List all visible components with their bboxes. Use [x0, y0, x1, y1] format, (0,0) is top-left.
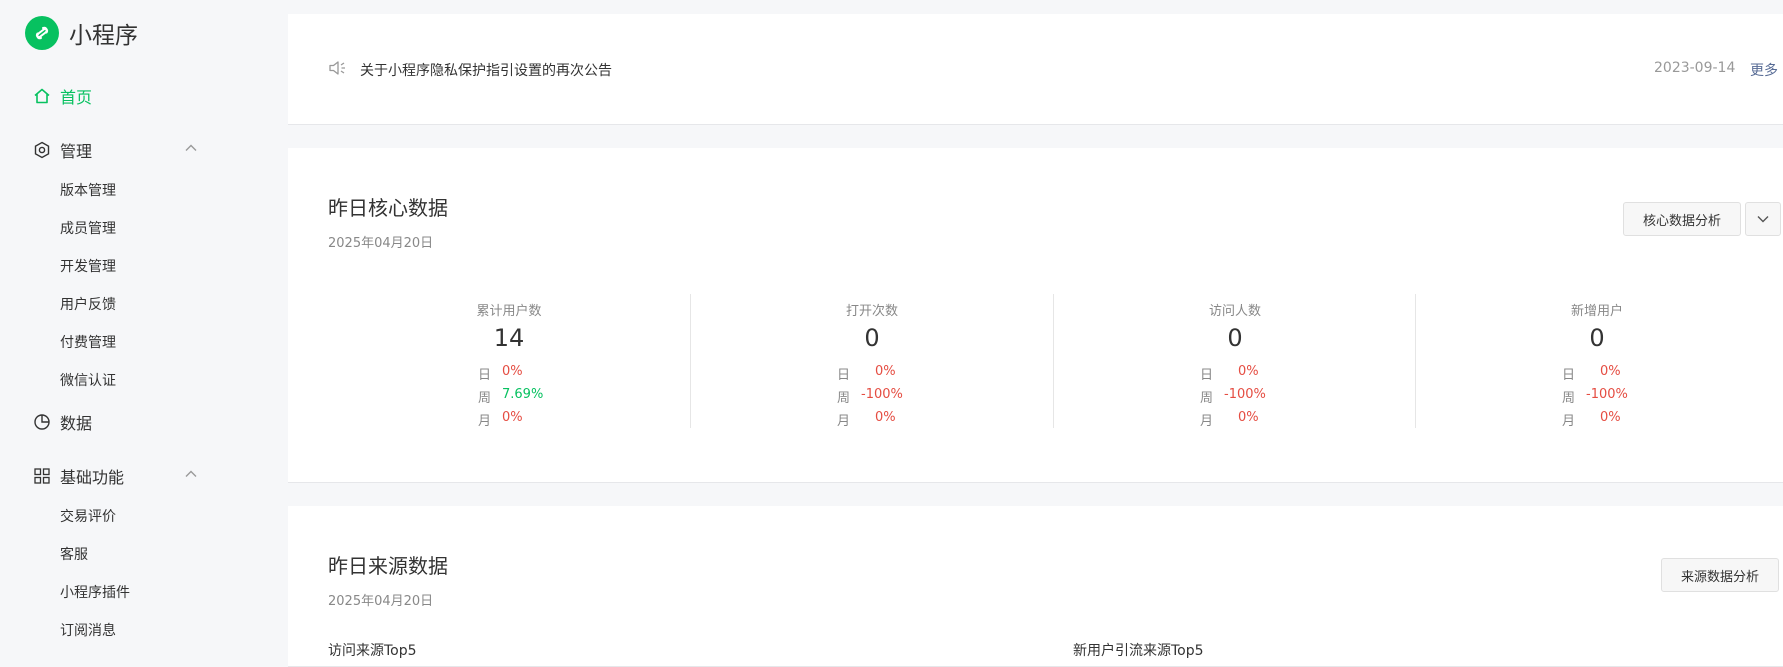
- sidebar-item-basic[interactable]: 基础功能: [32, 464, 124, 488]
- sidebar-item-home[interactable]: 首页: [32, 84, 92, 108]
- metric-label: 新增用户: [1570, 304, 1623, 319]
- sidebar-subitem-wechat-auth[interactable]: 微信认证: [60, 370, 116, 390]
- sidebar-subitem-feedback[interactable]: 用户反馈: [60, 294, 116, 314]
- sidebar: 小程序 首页 管理 版本管理 成员管理 开发管理 用户反馈 付费管理 微信认证 …: [0, 0, 288, 652]
- metric-value: 14: [493, 324, 525, 352]
- brand[interactable]: 小程序: [25, 16, 138, 50]
- sidebar-subitem-payment[interactable]: 付费管理: [60, 332, 116, 352]
- core-data-card: 昨日核心数据 2025年04月20日 核心数据分析 累计用户数 14 日 0% 周…: [288, 148, 1783, 483]
- sidebar-subitem-dev[interactable]: 开发管理: [60, 256, 116, 276]
- metric-label: 访问人数: [1208, 304, 1261, 319]
- metric-label: 打开次数: [845, 304, 898, 319]
- sidebar-subitem-members[interactable]: 成员管理: [60, 218, 116, 238]
- chevron-down-icon: [1757, 216, 1769, 223]
- mini-program-logo-icon: [25, 16, 59, 50]
- core-data-dropdown-button[interactable]: [1745, 202, 1781, 236]
- notice-more-link[interactable]: 更多: [1750, 60, 1778, 80]
- sidebar-subitem-version[interactable]: 版本管理: [60, 180, 116, 200]
- core-data-analysis-button[interactable]: 核心数据分析: [1623, 202, 1741, 236]
- metric-value: 0: [1589, 324, 1605, 352]
- new-user-source-top5-heading: 新用户引流来源Top5: [1073, 643, 1204, 659]
- chevron-up-icon[interactable]: [184, 141, 198, 155]
- sidebar-item-label: 首页: [60, 88, 93, 107]
- sidebar-subitem-reviews[interactable]: 交易评价: [60, 506, 116, 526]
- chevron-up-icon[interactable]: [184, 467, 198, 481]
- sidebar-item-label: 管理: [60, 142, 93, 161]
- sidebar-item-label: 基础功能: [60, 468, 125, 487]
- home-icon: [32, 86, 52, 106]
- source-data-title: 昨日来源数据: [328, 554, 448, 578]
- speaker-icon: [329, 61, 345, 75]
- sidebar-item-data[interactable]: 数据: [32, 410, 92, 434]
- source-data-card: 昨日来源数据 2025年04月20日 来源数据分析 访问来源Top5 新用户引流…: [288, 506, 1783, 667]
- source-data-date: 2025年04月20日: [328, 594, 434, 609]
- sidebar-subitem-customer-service[interactable]: 客服: [60, 544, 88, 564]
- notice-link[interactable]: 关于小程序隐私保护指引设置的再次公告: [360, 60, 612, 80]
- sidebar-subitem-subscribe[interactable]: 订阅消息: [60, 620, 116, 640]
- sidebar-subitem-plugins[interactable]: 小程序插件: [60, 582, 130, 602]
- metric-label: 累计用户数: [476, 304, 542, 319]
- brand-name: 小程序: [69, 23, 138, 49]
- notice-card: 关于小程序隐私保护指引设置的再次公告 2023-09-14 更多: [288, 14, 1783, 125]
- grid-apps-icon: [32, 466, 52, 486]
- settings-icon: [32, 140, 52, 160]
- sidebar-item-label: 数据: [60, 414, 93, 433]
- source-data-analysis-button[interactable]: 来源数据分析: [1661, 558, 1779, 592]
- notice-date: 2023-09-14: [1654, 60, 1736, 76]
- core-data-title: 昨日核心数据: [328, 196, 448, 220]
- metric-open-count: 打开次数 0 日 0% 周 -100% 月 0%: [690, 294, 1053, 429]
- metric-total-users: 累计用户数 14 日 0% 周 7.69% 月 0%: [328, 294, 690, 429]
- pie-chart-icon: [32, 412, 52, 432]
- sidebar-item-manage[interactable]: 管理: [32, 138, 92, 162]
- visit-source-top5-heading: 访问来源Top5: [328, 643, 417, 659]
- core-data-date: 2025年04月20日: [328, 236, 434, 251]
- metric-value: 0: [1227, 324, 1243, 352]
- metric-value: 0: [864, 324, 880, 352]
- metric-new-users: 新增用户 0 日 0% 周 -100% 月 0%: [1415, 294, 1778, 429]
- metric-visitors: 访问人数 0 日 0% 周 -100% 月 0%: [1053, 294, 1416, 429]
